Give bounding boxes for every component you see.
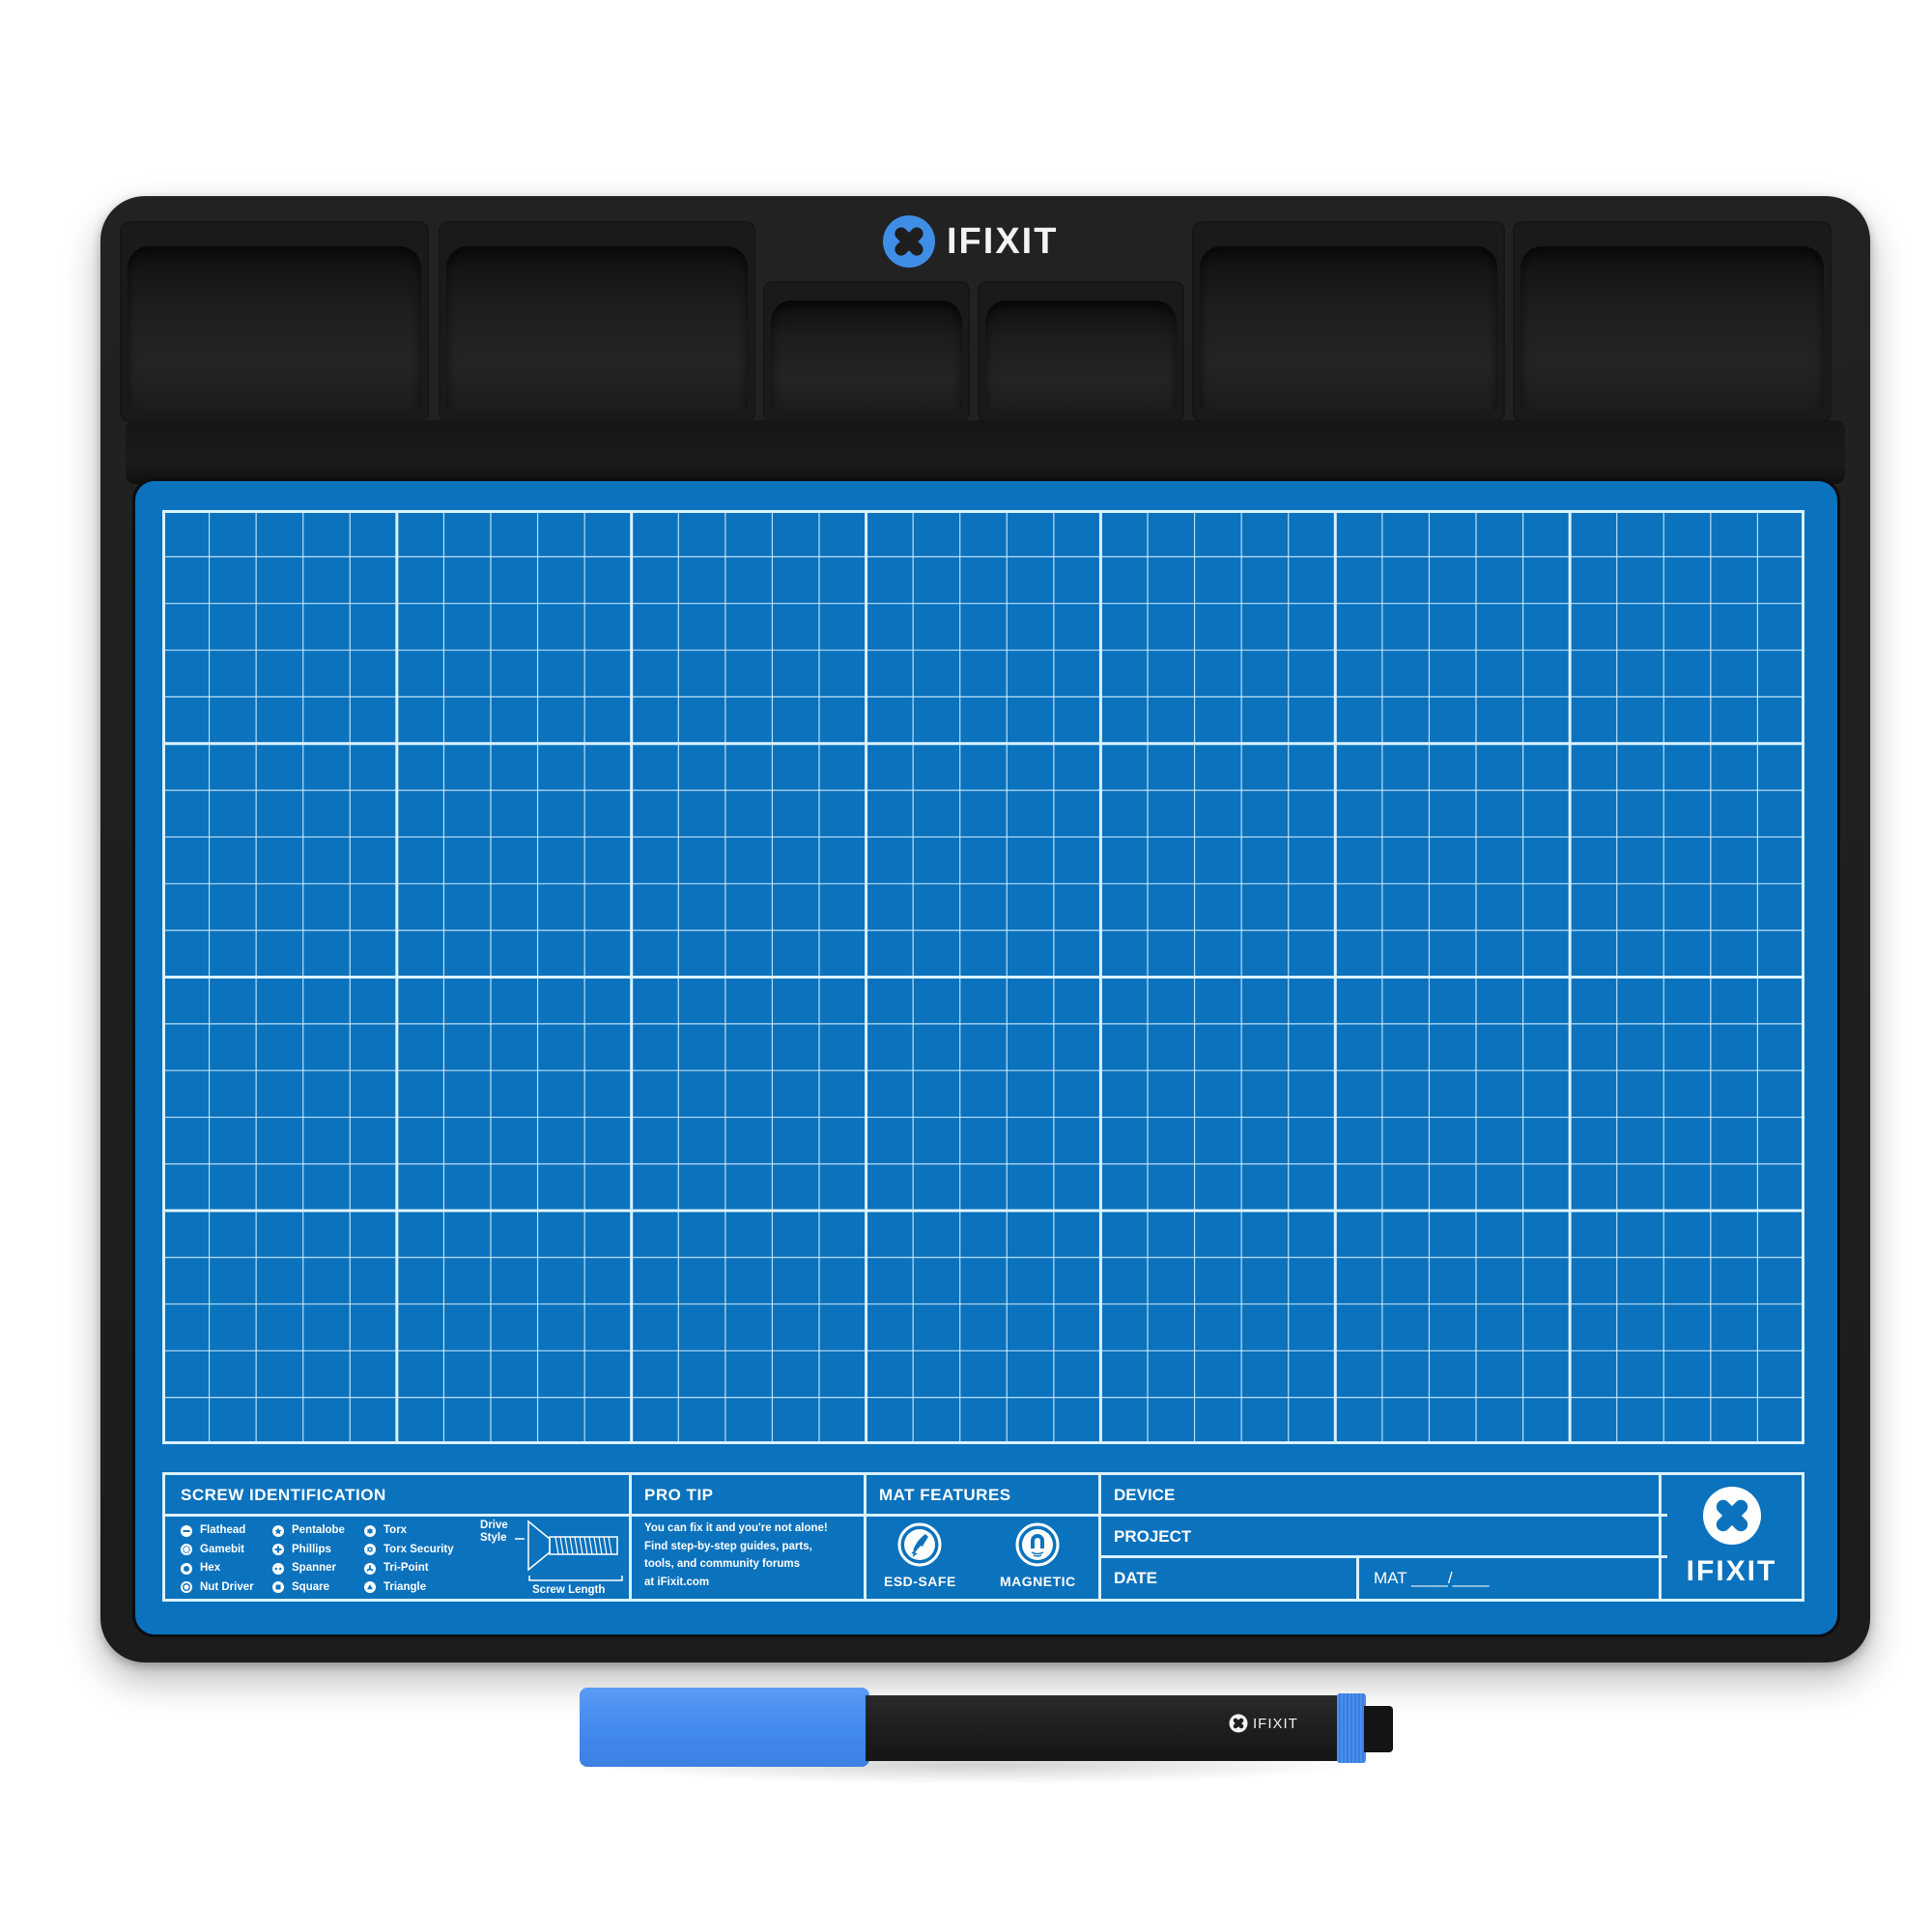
mat-number-field[interactable]: MAT ____/____ xyxy=(1374,1569,1489,1588)
nut-driver-icon xyxy=(181,1581,192,1594)
divider xyxy=(165,1514,1098,1517)
pro-tip-line: You can fix it and you're not alone! xyxy=(644,1522,828,1534)
screw-type-item: Flathead xyxy=(181,1521,254,1541)
divider xyxy=(629,1475,632,1599)
screw-list-col-1: Flathead Gamebit Hex Nut Driver xyxy=(181,1521,254,1597)
triangle-icon xyxy=(364,1581,376,1594)
measurement-grid xyxy=(162,510,1804,1444)
screw-type-item: Phillips xyxy=(272,1541,345,1560)
screw-type-label: Gamebit xyxy=(200,1543,245,1555)
spanner-icon xyxy=(272,1562,284,1575)
tray-compartment[interactable] xyxy=(439,221,755,422)
info-panel: SCREW IDENTIFICATION Flathead Gamebit Hex N… xyxy=(162,1472,1804,1602)
screw-type-item: Gamebit xyxy=(181,1541,254,1560)
brand-name: IFIXIT xyxy=(947,220,1059,262)
screw-type-label: Pentalobe xyxy=(292,1524,345,1536)
tray-compartment[interactable] xyxy=(1192,221,1505,422)
drive-style-label: Style xyxy=(480,1532,507,1544)
screw-type-item: Square xyxy=(272,1578,345,1598)
phillips-icon xyxy=(272,1544,284,1556)
feature-magnetic: MAGNETIC xyxy=(1000,1521,1076,1589)
screw-type-item: Torx xyxy=(364,1521,454,1541)
feature-label: ESD-SAFE xyxy=(884,1574,956,1589)
ifixit-logo-icon xyxy=(1702,1487,1761,1545)
marker-cap[interactable] xyxy=(580,1688,869,1767)
drive-style-label: Drive xyxy=(480,1520,508,1531)
screw-diagram: Drive Style Screw Length xyxy=(480,1520,625,1599)
tray-lip xyxy=(126,420,1845,484)
grid-lines xyxy=(162,510,1804,1444)
tray-brand-logo: IFIXIT xyxy=(883,213,1058,270)
divider xyxy=(1098,1555,1667,1558)
screw-type-label: Phillips xyxy=(292,1543,331,1555)
screw-type-item: Pentalobe xyxy=(272,1521,345,1541)
flathead-icon xyxy=(181,1524,192,1537)
brand-box: IFIXIT xyxy=(1659,1475,1802,1599)
screw-length-label: Screw Length xyxy=(532,1584,606,1596)
screw-identification-title: SCREW IDENTIFICATION xyxy=(181,1486,386,1504)
mat-features-title: MAT FEATURES xyxy=(879,1486,1011,1504)
divider xyxy=(1098,1514,1667,1517)
screw-type-item: Nut Driver xyxy=(181,1578,254,1598)
torx-security-icon xyxy=(364,1544,376,1556)
ifixit-logo-icon xyxy=(1229,1714,1248,1733)
square-icon xyxy=(272,1581,284,1594)
screw-type-item: Tri-Point xyxy=(364,1559,454,1578)
screw-list-col-3: Torx Torx Security Tri-Point Triangle xyxy=(364,1521,454,1597)
feature-label: MAGNETIC xyxy=(1000,1574,1076,1589)
hex-icon xyxy=(181,1562,192,1575)
tray-compartment[interactable] xyxy=(763,281,970,422)
pro-tip-text: You can fix it and you're not alone! Fin… xyxy=(644,1520,857,1591)
magnetic-icon xyxy=(1015,1522,1060,1567)
brand-name: IFIXIT xyxy=(1686,1555,1777,1587)
screw-type-item: Hex xyxy=(181,1559,254,1578)
esd-safe-icon xyxy=(897,1522,942,1567)
pro-tip-line: tools, and community forums xyxy=(644,1558,801,1570)
tri-point-icon xyxy=(364,1562,376,1575)
screw-type-label: Square xyxy=(292,1580,329,1593)
device-field[interactable]: DEVICE xyxy=(1114,1486,1175,1505)
brand-name: IFIXIT xyxy=(1253,1715,1298,1732)
screw-type-label: Tri-Point xyxy=(384,1562,429,1574)
screw-type-label: Triangle xyxy=(384,1580,427,1593)
feature-esd-safe: ESD-SAFE xyxy=(884,1521,956,1589)
torx-icon xyxy=(364,1524,376,1537)
pro-tip-line: Find step-by-step guides, parts, xyxy=(644,1540,812,1552)
tray-compartment[interactable] xyxy=(120,221,429,422)
marker-ring xyxy=(1337,1693,1366,1763)
project-field[interactable]: PROJECT xyxy=(1114,1527,1191,1547)
screw-type-item: Torx Security xyxy=(364,1541,454,1560)
screw-type-label: Spanner xyxy=(292,1562,337,1574)
ifixit-link[interactable]: iFixit.com xyxy=(657,1577,709,1588)
screw-type-item: Triangle xyxy=(364,1578,454,1598)
pentalobe-icon xyxy=(272,1524,284,1537)
date-field[interactable]: DATE xyxy=(1114,1569,1157,1588)
pro-tip-title: PRO TIP xyxy=(644,1486,714,1504)
divider xyxy=(1356,1555,1359,1599)
screw-type-label: Flathead xyxy=(200,1524,246,1536)
pro-tip-line: at iFixit.com xyxy=(644,1576,710,1588)
screw-type-item: Spanner xyxy=(272,1559,345,1578)
blue-work-mat: SCREW IDENTIFICATION Flathead Gamebit Hex N… xyxy=(135,481,1837,1634)
screw-type-label: Nut Driver xyxy=(200,1580,254,1593)
gamebit-icon xyxy=(181,1544,192,1556)
divider xyxy=(1098,1475,1101,1599)
marker-brand-logo: IFIXIT xyxy=(1229,1714,1298,1733)
screw-type-label: Torx Security xyxy=(384,1543,454,1555)
screw-type-label: Hex xyxy=(200,1562,221,1574)
dry-erase-marker[interactable]: IFIXIT xyxy=(580,1688,1393,1784)
screw-list-col-2: Pentalobe Phillips Spanner Square xyxy=(272,1521,345,1597)
tray-compartment[interactable] xyxy=(978,281,1184,422)
ifixit-logo-icon xyxy=(883,215,935,268)
tray-compartment[interactable] xyxy=(1513,221,1832,422)
screw-outline-icon xyxy=(515,1520,618,1572)
marker-eraser-tip xyxy=(1364,1706,1393,1752)
screw-type-label: Torx xyxy=(384,1524,408,1536)
divider xyxy=(864,1475,867,1599)
